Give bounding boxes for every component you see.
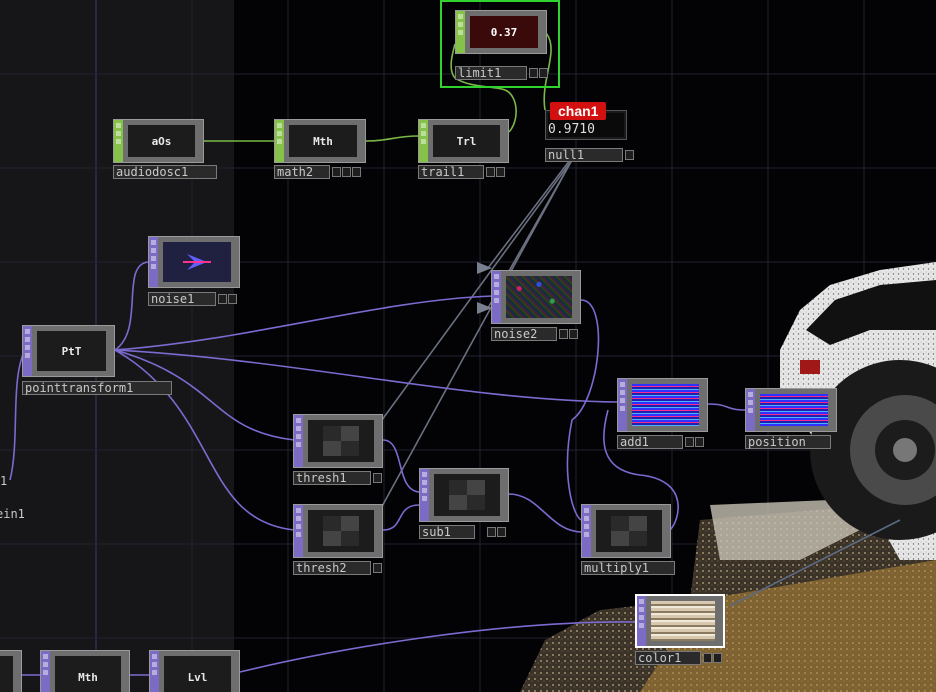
- color1-flag2[interactable]: [713, 653, 722, 663]
- add1-flag[interactable]: [685, 437, 694, 447]
- bottom-left-preview: [0, 656, 13, 692]
- math2-flag3[interactable]: [352, 167, 361, 177]
- node-label-thresh1: thresh1: [293, 471, 371, 485]
- lvl-bottom-icon: Lvl: [164, 656, 231, 692]
- thresh1-preview: [308, 420, 374, 462]
- sub1-preview: [434, 474, 500, 516]
- noise1-flag[interactable]: [218, 294, 227, 304]
- node-label-audiodosc1: audiodosc1: [113, 165, 217, 179]
- trail1-flag2[interactable]: [496, 167, 505, 177]
- color1-preview: [651, 601, 715, 641]
- thresh2-preview: [308, 510, 374, 552]
- chan-badge: chan1: [550, 102, 607, 120]
- sub1-flag2[interactable]: [497, 527, 506, 537]
- connection-wires: [9, 32, 901, 676]
- add1-flag2[interactable]: [695, 437, 704, 447]
- noise1-preview: [163, 242, 231, 282]
- node-label-noise1: noise1: [148, 292, 216, 306]
- pointtransform1-icon: PtT: [37, 331, 106, 371]
- node-label-sub1: sub1: [419, 525, 475, 539]
- node-label-thresh2: thresh2: [293, 561, 371, 575]
- noise2-flag[interactable]: [559, 329, 568, 339]
- audiodosc1-icon: aOs: [128, 125, 195, 157]
- node-label-color1: color1: [635, 651, 701, 665]
- trail1-icon: Trl: [433, 125, 500, 157]
- limit1-value: 0.37: [470, 16, 538, 48]
- trail1-flag[interactable]: [486, 167, 495, 177]
- math-bottom-icon: Mth: [55, 656, 121, 692]
- node-label-add1: add1: [617, 435, 683, 449]
- limit1-flag[interactable]: [529, 68, 538, 78]
- node-label-null1: null1: [545, 148, 623, 162]
- node-label-multiply1: multiply1: [581, 561, 675, 575]
- position-preview: [760, 394, 828, 426]
- node-label-math2: math2: [274, 165, 330, 179]
- noise1-flag2[interactable]: [228, 294, 237, 304]
- node-label-pointtransform1: pointtransform1: [22, 381, 172, 395]
- node-label-trail1: trail1: [418, 165, 484, 179]
- math2-flag[interactable]: [332, 167, 341, 177]
- sub1-flag[interactable]: [487, 527, 496, 537]
- add1-preview: [632, 384, 699, 426]
- color1-flag[interactable]: [703, 653, 712, 663]
- left-edge-label: ein1: [0, 507, 25, 521]
- left-edge-number: 1: [0, 474, 8, 488]
- thresh1-flag[interactable]: [373, 473, 382, 483]
- noise2-flag2[interactable]: [569, 329, 578, 339]
- null1-flag[interactable]: [625, 150, 634, 160]
- node-label-noise2: noise2: [491, 327, 557, 341]
- math2-flag2[interactable]: [342, 167, 351, 177]
- limit1-flag2[interactable]: [539, 68, 548, 78]
- node-label-limit1: limit1: [455, 66, 527, 80]
- noise2-preview: [506, 276, 572, 318]
- node-label-position: position: [745, 435, 831, 449]
- noise1-arrow-icon: [183, 254, 211, 270]
- math2-icon: Mth: [289, 125, 357, 157]
- node-network-canvas[interactable]: 0.37 limit1 aOs audiodosc1 Mth math2 Trl…: [0, 0, 936, 692]
- multiply1-preview: [596, 510, 662, 552]
- thresh2-flag[interactable]: [373, 563, 382, 573]
